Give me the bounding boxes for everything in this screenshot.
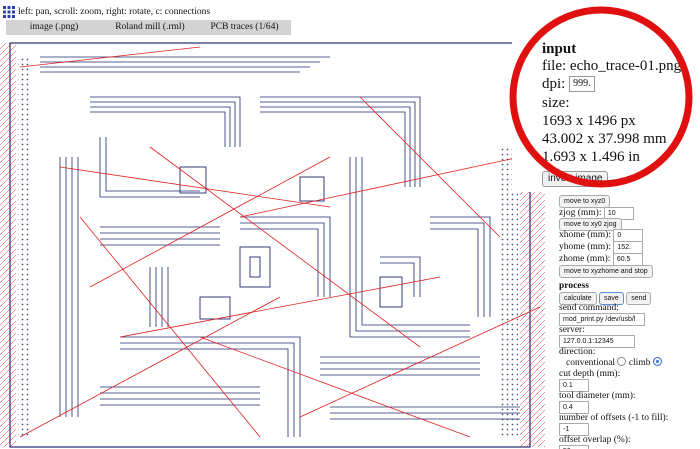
zjog-label: zjog (mm): xyxy=(559,208,602,218)
module-image-png[interactable]: image (.png) xyxy=(6,20,102,35)
offsets-label: number of offsets (-1 to fill): xyxy=(559,413,669,423)
file-name: file: echo_trace-01.png xyxy=(542,58,682,74)
instructions-text: left: pan, scroll: zoom, right: rotate, … xyxy=(18,7,211,17)
dpi-label: dpi: xyxy=(542,76,566,92)
conventional-radio[interactable] xyxy=(617,357,627,366)
module-bar: image (.png) Roland mill (.rml) PCB trac… xyxy=(6,20,291,35)
invert-image-button[interactable]: invert image xyxy=(542,171,609,187)
input-info-panel: input file: echo_trace-01.png dpi: 999. … xyxy=(512,0,700,192)
tool-diameter-label: tool diameter (mm): xyxy=(559,391,636,401)
cut-depth-label: cut depth (mm): xyxy=(559,369,621,379)
toolpath-drawing xyxy=(0,42,545,448)
xhome-label: xhome (mm): xyxy=(559,230,611,240)
move-xyzhome-button[interactable]: move to xyzhome and stop xyxy=(559,265,653,278)
direction-label: direction: xyxy=(559,347,596,357)
grid-icon xyxy=(3,6,15,18)
offset-overlap-label: offset overlap (%): xyxy=(559,435,631,445)
size-in: 1.693 x 1.496 in xyxy=(542,149,640,165)
send-button[interactable]: send xyxy=(626,292,652,305)
zhome-label: zhome (mm): xyxy=(559,254,611,264)
toolpath-canvas[interactable] xyxy=(0,37,545,449)
send-command-label: send command: xyxy=(559,303,619,313)
climb-label: climb xyxy=(628,358,651,368)
process-title: process xyxy=(559,281,589,291)
conventional-label: conventional xyxy=(566,358,616,368)
size-mm: 43.002 x 37.998 mm xyxy=(542,131,667,147)
yhome-label: yhome (mm): xyxy=(559,242,611,252)
module-roland-mill[interactable]: Roland mill (.rml) xyxy=(102,20,198,35)
input-title: input xyxy=(542,41,577,57)
size-label: size: xyxy=(542,95,570,111)
offset-overlap-input[interactable]: 50 xyxy=(559,445,589,449)
module-pcb-traces[interactable]: PCB traces (1/64) xyxy=(198,20,291,35)
size-px: 1693 x 1496 px xyxy=(542,113,636,129)
instructions-bar: left: pan, scroll: zoom, right: rotate, … xyxy=(0,0,400,20)
dpi-input[interactable]: 999. xyxy=(569,76,595,92)
climb-radio[interactable] xyxy=(652,357,662,366)
server-label: server: xyxy=(559,325,585,335)
